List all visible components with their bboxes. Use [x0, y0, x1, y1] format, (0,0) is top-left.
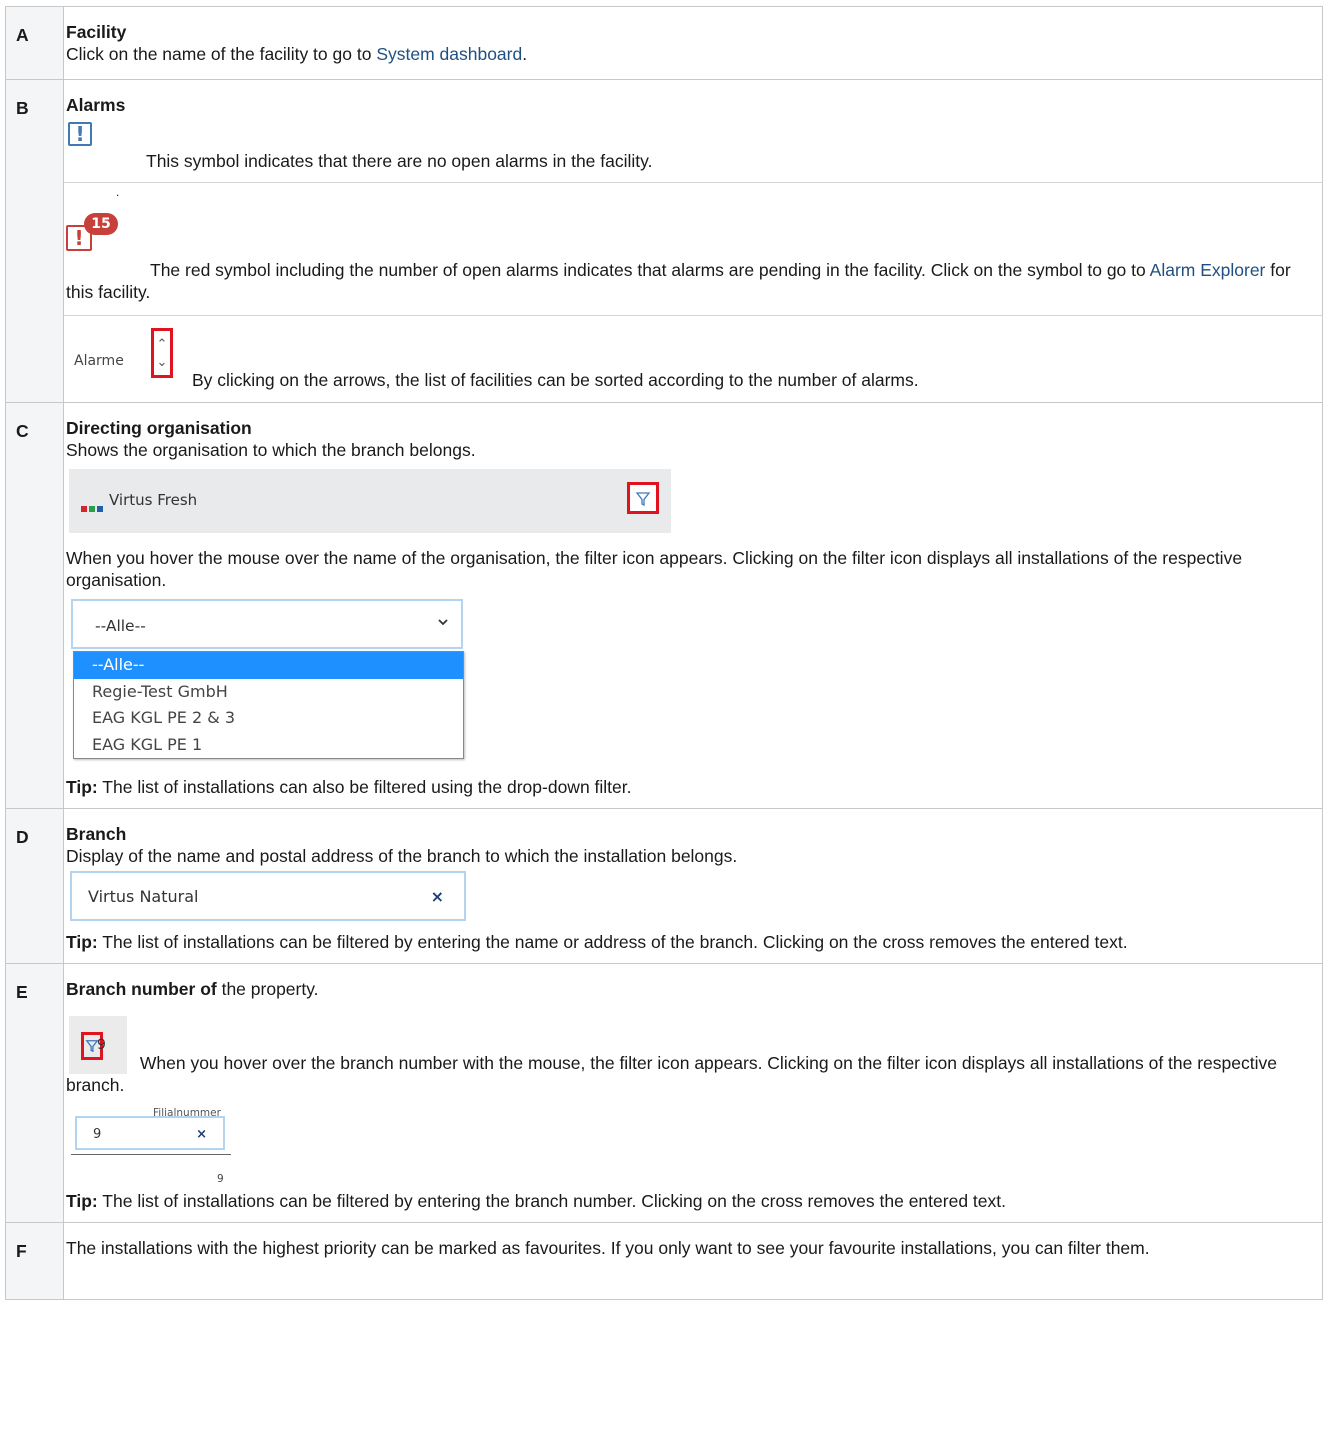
table-row: B Alarms ! This symbol indicates that th…	[5, 79, 1323, 403]
sort-block: Alarme ⌃ ⌄ By clicking on the arrows, the…	[64, 315, 1322, 402]
sort-label: Alarme	[74, 353, 124, 369]
dropdown-option[interactable]: --Alle--	[74, 652, 463, 679]
text: .	[522, 44, 528, 64]
row-title: Branch number of	[66, 979, 217, 999]
row-subtitle: Shows the organisation to which the bran…	[66, 440, 476, 460]
alarm-count-badge: 15	[84, 213, 118, 235]
text: The red symbol including the number of o…	[150, 260, 1150, 280]
dropdown-option[interactable]: EAG KGL PE 1	[74, 732, 463, 759]
row-content: Directing organisation Shows the organis…	[64, 403, 1322, 808]
row-title: Branch	[66, 824, 127, 844]
row-letter: C	[5, 402, 64, 809]
tip: Tip: The list of installations can be fi…	[66, 1190, 1312, 1212]
organisation-dropdown: --Alle-- --Alle-- Regie-Test GmbH EAG KG…	[69, 595, 467, 770]
row-content: Facility Click on the name of the facili…	[64, 7, 1322, 73]
select-value: --Alle--	[95, 617, 146, 635]
tip-text: The list of installations can also be fi…	[97, 777, 632, 797]
row-subtitle: Display of the name and postal address o…	[66, 846, 738, 866]
alarm-info-icon: !	[68, 122, 92, 146]
input-value: 9	[93, 1127, 102, 1142]
row-content: The installations with the highest prior…	[64, 1223, 1322, 1299]
branch-filter-block: 9 When you hover over the branch number …	[66, 1016, 1312, 1096]
organisation-bar: Virtus Fresh	[69, 469, 671, 533]
tip-label: Tip:	[66, 1191, 98, 1211]
filter-icon[interactable]	[627, 482, 659, 514]
legend-table: A Facility Click on the name of the faci…	[5, 6, 1323, 1300]
row-letter: D	[5, 808, 64, 964]
no-alarms-block: ! This symbol indicates that there are n…	[66, 116, 1312, 176]
alarm-count-icon[interactable]: ! 15	[66, 213, 118, 251]
row-letter: E	[5, 963, 64, 1223]
tip: Tip: The list of installations can also …	[66, 776, 1312, 798]
input-value: Virtus Natural	[88, 887, 199, 906]
table-row: D Branch Display of the name and postal …	[5, 808, 1323, 964]
organisation-name[interactable]: Virtus Fresh	[109, 489, 197, 511]
row-letter: F	[5, 1222, 64, 1300]
dot-marker: .	[116, 185, 120, 199]
table-row: C Directing organisation Shows the organ…	[5, 402, 1323, 809]
open-alarms-block: . ! 15 The red symbol including the numbe…	[64, 182, 1322, 315]
tip-text: The list of installations can be filtere…	[97, 1191, 1006, 1211]
row-title-line: Branch number of the property.	[66, 978, 1312, 1000]
tip: Tip: The list of installations can be fi…	[66, 931, 1312, 953]
row-letter: B	[5, 79, 64, 403]
system-dashboard-link[interactable]: System dashboard	[376, 44, 522, 64]
branch-number-value: 9	[217, 1173, 224, 1185]
document-page: A Facility Click on the name of the faci…	[0, 0, 1325, 1432]
clear-icon[interactable]: ×	[196, 1124, 207, 1146]
row-description: Click on the name of the facility to go …	[66, 43, 1312, 65]
row-title: Facility	[66, 22, 127, 42]
branch-number-cell: 9	[69, 1016, 127, 1074]
dropdown-option[interactable]: Regie-Test GmbH	[74, 679, 463, 706]
row-title: Alarms	[66, 95, 126, 115]
organisation-logo-icon	[81, 496, 105, 518]
clear-icon[interactable]: ×	[431, 886, 444, 908]
text: Click on the name of the facility to go …	[66, 44, 377, 64]
dropdown-options-list: --Alle-- Regie-Test GmbH EAG KGL PE 2 & …	[73, 651, 464, 759]
branch-number-input[interactable]: 9 ×	[75, 1116, 225, 1150]
chevron-down-icon	[437, 614, 449, 636]
table-row: F The installations with the highest pri…	[5, 1222, 1323, 1300]
sort-text: By clicking on the arrows, the list of f…	[192, 370, 919, 390]
open-alarms-text: The red symbol including the number of o…	[66, 259, 1312, 303]
row-letter: A	[5, 6, 64, 80]
row-description: The installations with the highest prior…	[66, 1238, 1150, 1258]
table-row: E Branch number of the property. 9 When …	[5, 963, 1323, 1223]
no-alarms-text: This symbol indicates that there are no …	[146, 151, 653, 171]
text: the property.	[216, 979, 319, 999]
hover-description: When you hover the mouse over the name o…	[66, 548, 1243, 590]
alarm-explorer-link[interactable]: Alarm Explorer	[1150, 260, 1266, 280]
tip-label: Tip:	[66, 932, 98, 952]
row-content: Branch Display of the name and postal ad…	[64, 809, 1322, 963]
branch-number-text: 9	[97, 1037, 106, 1053]
branch-search-input[interactable]: Virtus Natural ×	[70, 871, 466, 921]
tip-text: The list of installations can be filtere…	[97, 932, 1128, 952]
organisation-select[interactable]: --Alle--	[71, 599, 463, 649]
row-content: Alarms ! This symbol indicates that ther…	[64, 80, 1322, 182]
row-content: Branch number of the property. 9 When yo…	[64, 964, 1322, 1222]
tip-label: Tip:	[66, 777, 98, 797]
table-row: A Facility Click on the name of the faci…	[5, 6, 1323, 80]
branch-number-filter: Filialnummer 9 × 9	[71, 1102, 241, 1185]
row-title: Directing organisation	[66, 418, 252, 438]
divider	[71, 1154, 231, 1155]
sort-arrows-icon[interactable]: ⌃ ⌄	[151, 328, 173, 378]
hover-description: When you hover over the branch number wi…	[66, 1053, 1277, 1095]
dropdown-option[interactable]: EAG KGL PE 2 & 3	[74, 705, 463, 732]
